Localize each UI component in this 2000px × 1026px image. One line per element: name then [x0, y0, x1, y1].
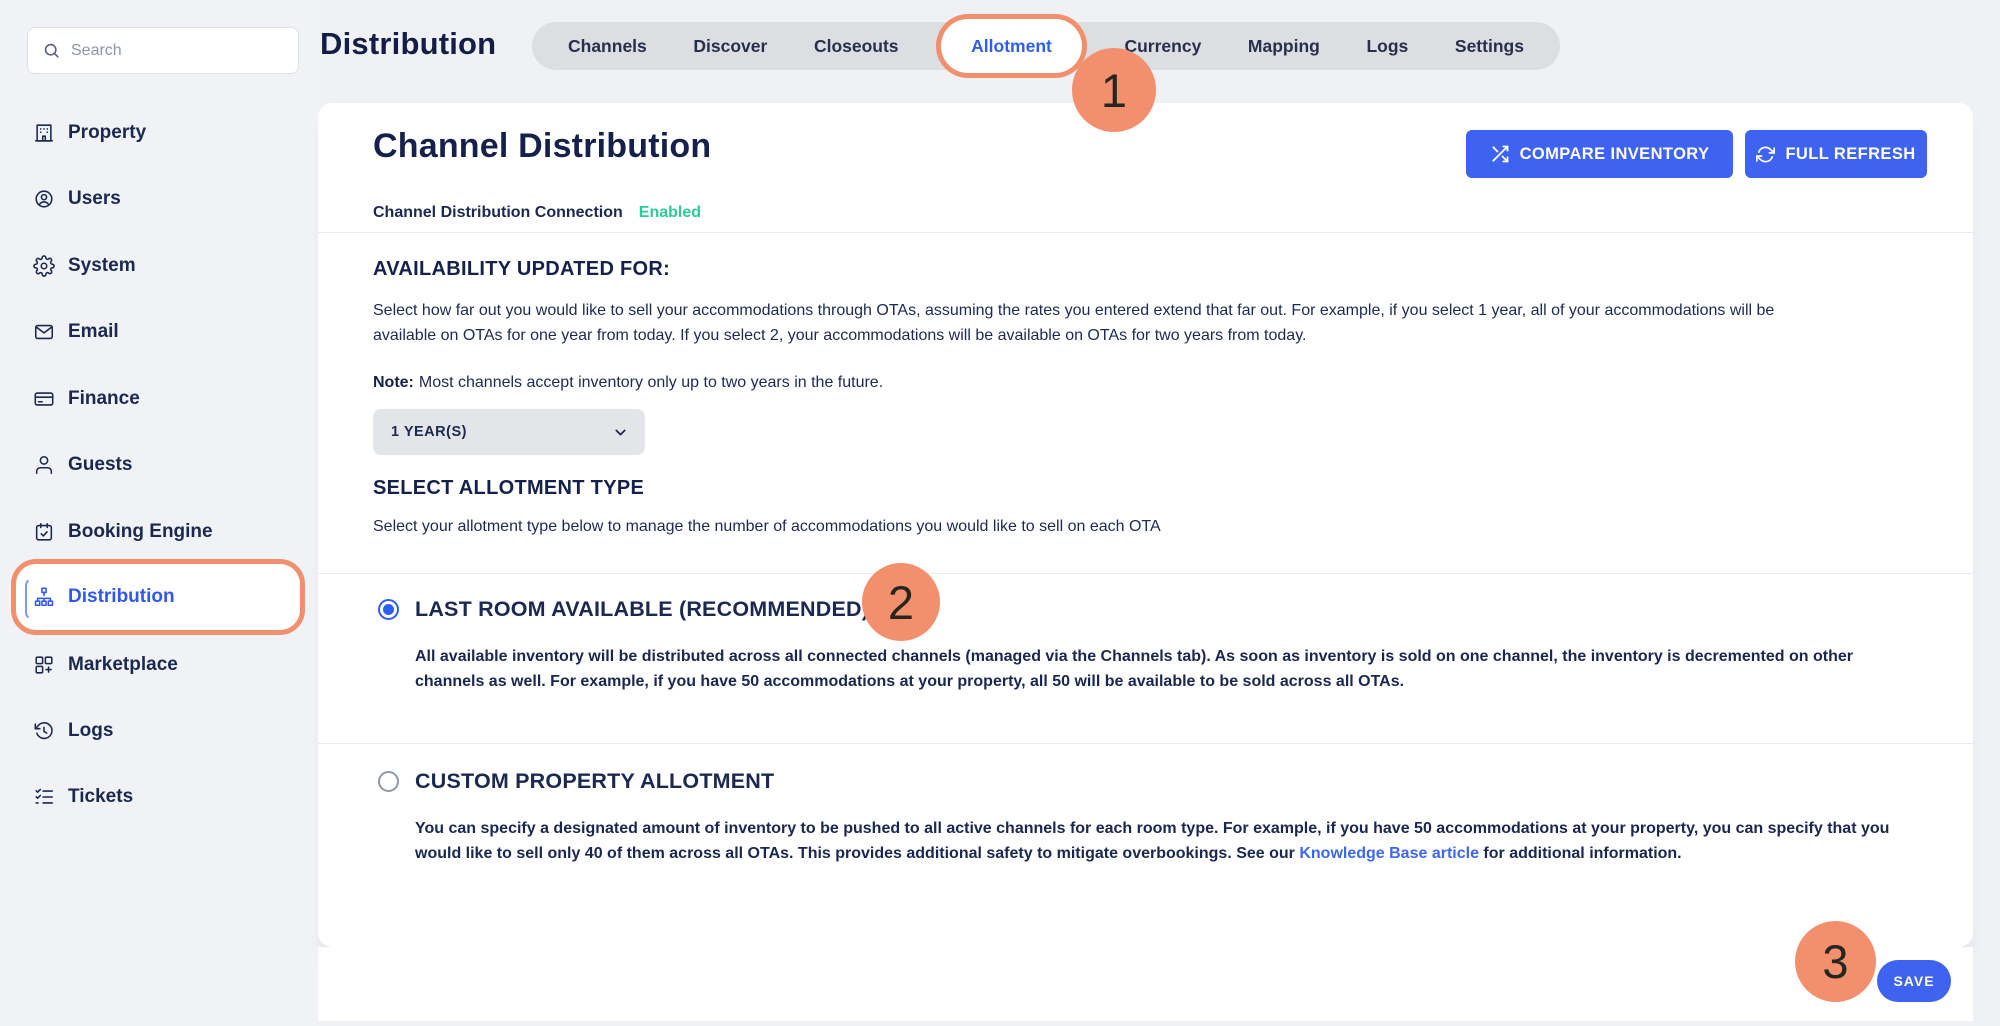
envelope-icon [33, 321, 55, 343]
save-button[interactable]: SAVE [1877, 960, 1951, 1002]
shuffle-icon [1490, 144, 1510, 164]
tab-discover[interactable]: Discover [693, 36, 767, 57]
sidebar-item-label: Users [68, 188, 121, 210]
sidebar-item-guests[interactable]: Guests [0, 443, 318, 487]
sidebar-item-label: Guests [68, 454, 132, 476]
page-title: Distribution [320, 26, 496, 62]
sidebar-item-label: Email [68, 321, 119, 343]
annotation-step-1: 1 [1072, 48, 1156, 132]
sidebar-item-email[interactable]: Email [0, 310, 318, 354]
sidebar-item-label: Tickets [68, 786, 133, 808]
sidebar-item-users[interactable]: Users [0, 177, 318, 221]
sidebar-item-label: Finance [68, 388, 140, 410]
radio-unselected[interactable] [378, 771, 399, 792]
sidebar-item-marketplace[interactable]: Marketplace [0, 643, 318, 687]
sidebar-item-label: Property [68, 122, 146, 144]
note-text: Most channels accept inventory only up t… [419, 374, 883, 391]
compare-inventory-button[interactable]: COMPARE INVENTORY [1466, 130, 1733, 178]
checklist-icon [33, 786, 55, 808]
knowledge-base-link[interactable]: Knowledge Base article [1299, 845, 1479, 862]
full-refresh-button[interactable]: FULL REFRESH [1745, 130, 1927, 178]
grid-plus-icon [33, 654, 55, 676]
sidebar: Property Users System Email Finance Gues… [0, 0, 318, 1026]
annotation-step-3: 3 [1795, 921, 1876, 1002]
sidebar-item-property[interactable]: Property [0, 111, 318, 155]
sidebar-item-distribution[interactable]: Distribution [23, 571, 293, 623]
sidebar-item-system[interactable]: System [0, 244, 318, 288]
tab-closeouts[interactable]: Closeouts [814, 36, 899, 57]
allotment-heading: SELECT ALLOTMENT TYPE [373, 477, 644, 500]
divider [318, 573, 1973, 574]
person-icon [33, 454, 55, 476]
save-footer-bar: SAVE [318, 947, 1973, 1021]
sidebar-item-label: Distribution [68, 586, 175, 608]
gear-icon [33, 255, 55, 277]
tab-bar: Channels Discover Closeouts Allotment Cu… [532, 22, 1560, 70]
tab-settings[interactable]: Settings [1455, 36, 1524, 57]
radio-selected[interactable] [378, 599, 399, 620]
sidebar-item-label: Booking Engine [68, 521, 213, 543]
option-label[interactable]: LAST ROOM AVAILABLE (RECOMMENDED) [415, 597, 869, 622]
availability-description: Select how far out you would like to sel… [373, 299, 1788, 348]
annotation-step-2: 2 [862, 563, 940, 641]
building-icon [33, 122, 55, 144]
tab-channels[interactable]: Channels [568, 36, 647, 57]
note-label: Note: [373, 374, 414, 391]
sidebar-item-label: Marketplace [68, 654, 178, 676]
divider [318, 232, 1973, 233]
user-circle-icon [33, 188, 55, 210]
sidebar-item-booking-engine[interactable]: Booking Engine [0, 510, 318, 554]
option-description: You can specify a designated amount of i… [415, 816, 1923, 866]
sidebar-item-label: System [68, 255, 136, 277]
connection-status-row: Channel Distribution Connection Enabled [373, 204, 701, 222]
connection-label: Channel Distribution Connection [373, 204, 623, 222]
channel-distribution-panel: Channel Distribution COMPARE INVENTORY F… [318, 103, 1973, 947]
chevron-down-icon [612, 424, 629, 441]
tab-logs[interactable]: Logs [1366, 36, 1408, 57]
divider [318, 743, 1973, 744]
years-dropdown[interactable]: 1 YEAR(S) [373, 409, 645, 455]
search-icon [42, 41, 61, 60]
option-custom-property-allotment: CUSTOM PROPERTY ALLOTMENT [378, 769, 774, 794]
search-input[interactable] [71, 42, 284, 60]
option-label[interactable]: CUSTOM PROPERTY ALLOTMENT [415, 769, 774, 794]
refresh-icon [1756, 145, 1775, 164]
sidebar-item-finance[interactable]: Finance [0, 377, 318, 421]
option-last-room-available: LAST ROOM AVAILABLE (RECOMMENDED) [378, 597, 869, 622]
tab-allotment[interactable]: Allotment [945, 23, 1078, 69]
availability-note: Note: Most channels accept inventory only… [373, 374, 883, 392]
calendar-check-icon [33, 521, 55, 543]
connection-status-badge: Enabled [639, 204, 701, 222]
sidebar-item-tickets[interactable]: Tickets [0, 775, 318, 819]
sitemap-icon [33, 586, 55, 608]
allotment-description: Select your allotment type below to mana… [373, 515, 1788, 540]
search-box[interactable] [27, 27, 299, 74]
sidebar-item-logs[interactable]: Logs [0, 709, 318, 753]
availability-heading: AVAILABILITY UPDATED FOR: [373, 258, 670, 281]
sidebar-item-label: Logs [68, 720, 113, 742]
option-description: All available inventory will be distribu… [415, 644, 1923, 694]
panel-heading: Channel Distribution [373, 127, 711, 166]
history-icon [33, 720, 55, 742]
credit-card-icon [33, 388, 55, 410]
tab-mapping[interactable]: Mapping [1248, 36, 1320, 57]
years-dropdown-value: 1 YEAR(S) [391, 424, 467, 440]
